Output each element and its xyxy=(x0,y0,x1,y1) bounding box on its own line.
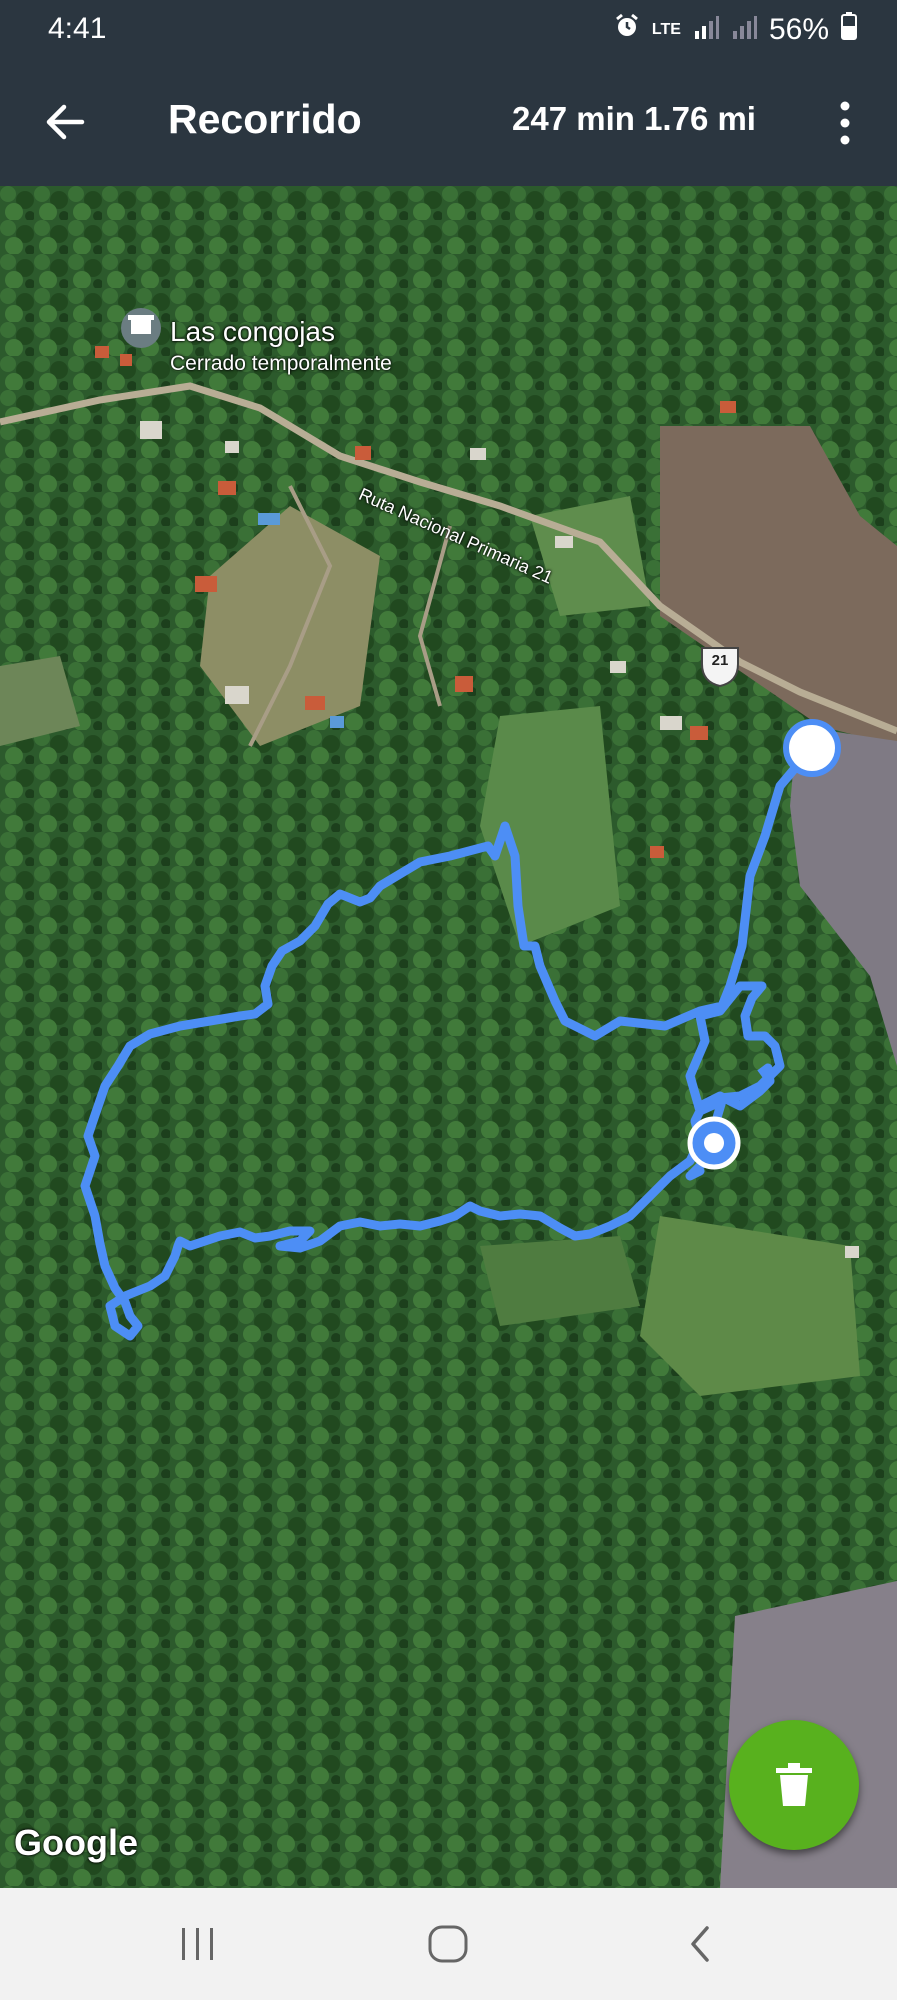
signal-icon xyxy=(731,13,757,47)
trash-icon xyxy=(776,1763,812,1806)
satellite-map xyxy=(0,186,897,1888)
route-start-marker[interactable] xyxy=(783,719,841,777)
lte-icon: LTE xyxy=(651,21,681,38)
road-shield-number: 21 xyxy=(711,652,729,669)
alarm-icon xyxy=(614,13,640,47)
battery-percent: 56% xyxy=(768,13,829,46)
back-button[interactable] xyxy=(40,96,92,148)
poi-name[interactable]: Las congojas xyxy=(170,316,335,348)
status-bar: 4:41 LTE 56% xyxy=(0,0,897,62)
more-vert-icon xyxy=(840,101,850,145)
current-location-dot xyxy=(704,1133,724,1153)
battery-icon xyxy=(841,12,857,48)
orchard xyxy=(640,1216,860,1396)
pool xyxy=(258,513,280,525)
back-icon xyxy=(691,1926,709,1962)
system-nav-bar xyxy=(0,1888,897,2000)
more-options-button[interactable] xyxy=(830,98,860,148)
recents-icon xyxy=(182,1928,213,1960)
map-view[interactable]: Las congojas Cerrado temporalmente Ruta … xyxy=(0,186,897,1888)
home-icon xyxy=(428,1925,468,1963)
poi-status: Cerrado temporalmente xyxy=(170,352,392,375)
system-back-button[interactable] xyxy=(672,1918,732,1970)
app-bar: Recorrido 247 min 1.76 mi xyxy=(0,62,897,186)
status-time: 4:41 xyxy=(48,12,107,45)
status-icons: LTE 56% xyxy=(614,12,857,48)
signal-icon xyxy=(693,13,719,47)
arrow-left-icon xyxy=(46,104,85,140)
google-attribution: Google xyxy=(14,1822,138,1863)
poi-marker[interactable] xyxy=(121,308,161,348)
pool xyxy=(330,716,344,728)
route-stats: 247 min 1.76 mi xyxy=(512,100,756,137)
page-title: Recorrido xyxy=(168,96,362,142)
home-button[interactable] xyxy=(418,1918,478,1970)
recents-button[interactable] xyxy=(168,1918,228,1970)
delete-route-button[interactable] xyxy=(729,1720,859,1850)
